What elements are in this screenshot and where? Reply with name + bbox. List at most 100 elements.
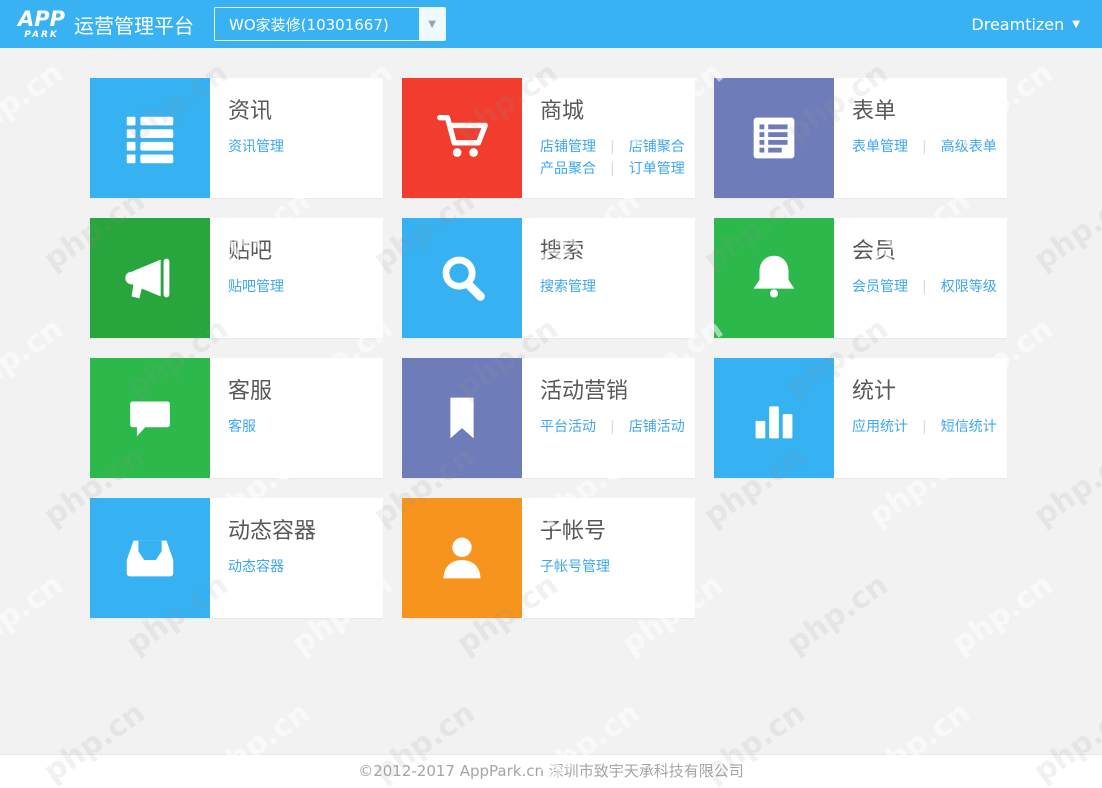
module-title: 表单 bbox=[852, 93, 997, 125]
footer-copyright: ©2012-2017 AppPark.cn 深圳市致宇天承科技有限公司 bbox=[358, 762, 744, 780]
module-tile[interactable] bbox=[714, 78, 834, 198]
form-icon bbox=[743, 107, 805, 169]
megaphone-icon bbox=[119, 247, 181, 309]
module-links: 应用统计 | 短信统计 bbox=[852, 416, 997, 438]
module-title: 商城 bbox=[540, 93, 685, 125]
chevron-down-icon: ▼ bbox=[1072, 19, 1080, 30]
module-card-body: 动态容器 动态容器 bbox=[210, 498, 322, 618]
app-selector-value: WO家装修(10301667) bbox=[215, 14, 419, 35]
module-tile[interactable] bbox=[714, 218, 834, 338]
module-title: 会员 bbox=[852, 233, 997, 265]
module-link[interactable]: 资讯管理 bbox=[228, 139, 284, 155]
module-link[interactable]: 权限等级 bbox=[941, 279, 997, 295]
module-link[interactable]: 店铺聚合 bbox=[629, 139, 685, 155]
module-link[interactable]: 贴吧管理 bbox=[228, 279, 284, 295]
module-card: 表单 表单管理 | 高级表单 bbox=[714, 78, 1007, 198]
module-link-row: 贴吧管理 bbox=[228, 276, 284, 298]
app-selector-dropdown[interactable]: WO家装修(10301667) ▼ bbox=[214, 7, 446, 41]
module-links: 会员管理|权限等级 bbox=[852, 276, 997, 298]
search-icon bbox=[431, 247, 493, 309]
module-tile[interactable] bbox=[714, 358, 834, 478]
module-tile[interactable] bbox=[402, 78, 522, 198]
link-separator: | bbox=[610, 419, 615, 435]
module-link-row: 子帐号管理 bbox=[540, 556, 610, 578]
module-card: 客服 客服 bbox=[90, 358, 383, 478]
user-menu-label: Dreamtizen bbox=[971, 15, 1064, 34]
module-link[interactable]: 客服 bbox=[228, 419, 256, 435]
module-tile[interactable] bbox=[90, 358, 210, 478]
module-links: 动态容器 bbox=[228, 556, 316, 578]
module-link-row: 会员管理|权限等级 bbox=[852, 276, 997, 298]
module-tile[interactable] bbox=[402, 358, 522, 478]
bookmark-icon bbox=[431, 387, 493, 449]
module-links: 资讯管理 bbox=[228, 136, 284, 158]
module-link[interactable]: 表单管理 bbox=[852, 139, 908, 155]
platform-title: 运营管理平台 bbox=[74, 10, 194, 39]
module-link[interactable]: 会员管理 bbox=[852, 279, 908, 295]
module-card: 动态容器 动态容器 bbox=[90, 498, 383, 618]
module-tile[interactable] bbox=[90, 218, 210, 338]
module-tile[interactable] bbox=[90, 78, 210, 198]
module-links: 子帐号管理 bbox=[540, 556, 610, 578]
link-separator: | bbox=[922, 139, 927, 155]
module-card-body: 搜索 搜索管理 bbox=[522, 218, 602, 338]
module-card: 搜索 搜索管理 bbox=[402, 218, 695, 338]
module-link-row: 搜索管理 bbox=[540, 276, 596, 298]
link-separator: | bbox=[610, 139, 615, 155]
chat-icon bbox=[119, 387, 181, 449]
module-link[interactable]: 短信统计 bbox=[941, 419, 997, 435]
module-link-row: 店铺管理 | 店铺聚合 bbox=[540, 136, 685, 158]
module-title: 客服 bbox=[228, 373, 272, 405]
module-link-row: 平台活动 | 店铺活动 bbox=[540, 416, 685, 438]
module-card: 子帐号 子帐号管理 bbox=[402, 498, 695, 618]
module-tile[interactable] bbox=[402, 218, 522, 338]
module-cards-grid: 资讯 资讯管理 商城 店铺管理 | 店铺聚合产品聚合 | 订单管理 表单 表单管理 | 高级… bbox=[90, 78, 1008, 618]
module-link[interactable]: 搜索管理 bbox=[540, 279, 596, 295]
cart-icon bbox=[431, 107, 493, 169]
module-card-body: 表单 表单管理 | 高级表单 bbox=[834, 78, 1003, 198]
module-card-body: 商城 店铺管理 | 店铺聚合产品聚合 | 订单管理 bbox=[522, 78, 691, 198]
module-card-body: 活动营销 平台活动 | 店铺活动 bbox=[522, 358, 691, 478]
module-link[interactable]: 店铺管理 bbox=[540, 139, 596, 155]
module-card-body: 统计 应用统计 | 短信统计 bbox=[834, 358, 1003, 478]
module-link[interactable]: 订单管理 bbox=[629, 161, 685, 177]
module-title: 贴吧 bbox=[228, 233, 284, 265]
module-card: 统计 应用统计 | 短信统计 bbox=[714, 358, 1007, 478]
module-links: 客服 bbox=[228, 416, 272, 438]
module-link[interactable]: 店铺活动 bbox=[629, 419, 685, 435]
main-content: 资讯 资讯管理 商城 店铺管理 | 店铺聚合产品聚合 | 订单管理 表单 表单管理 | 高级… bbox=[0, 48, 1102, 754]
module-link[interactable]: 动态容器 bbox=[228, 559, 284, 575]
link-separator: | bbox=[610, 161, 615, 177]
module-tile[interactable] bbox=[402, 498, 522, 618]
module-link[interactable]: 平台活动 bbox=[540, 419, 596, 435]
link-separator: | bbox=[922, 419, 927, 435]
module-link[interactable]: 产品聚合 bbox=[540, 161, 596, 177]
module-title: 统计 bbox=[852, 373, 997, 405]
module-link[interactable]: 高级表单 bbox=[941, 139, 997, 155]
app-header: APP PARK 运营管理平台 WO家装修(10301667) ▼ Dreamt… bbox=[0, 0, 1102, 48]
module-link-row: 表单管理 | 高级表单 bbox=[852, 136, 997, 158]
module-card: 资讯 资讯管理 bbox=[90, 78, 383, 198]
module-tile[interactable] bbox=[90, 498, 210, 618]
module-title: 资讯 bbox=[228, 93, 284, 125]
module-card-body: 会员 会员管理|权限等级 bbox=[834, 218, 1003, 338]
module-links: 店铺管理 | 店铺聚合产品聚合 | 订单管理 bbox=[540, 136, 685, 180]
module-card-body: 资讯 资讯管理 bbox=[210, 78, 290, 198]
module-title: 子帐号 bbox=[540, 513, 610, 545]
module-card-body: 子帐号 子帐号管理 bbox=[522, 498, 616, 618]
module-card: 贴吧 贴吧管理 bbox=[90, 218, 383, 338]
chevron-down-icon: ▼ bbox=[428, 19, 436, 30]
module-card-body: 客服 客服 bbox=[210, 358, 278, 478]
module-title: 活动营销 bbox=[540, 373, 685, 405]
module-link[interactable]: 子帐号管理 bbox=[540, 559, 610, 575]
apppark-logo[interactable]: APP PARK 运营管理平台 bbox=[18, 9, 194, 40]
module-link-row: 应用统计 | 短信统计 bbox=[852, 416, 997, 438]
module-title: 动态容器 bbox=[228, 513, 316, 545]
module-card: 会员 会员管理|权限等级 bbox=[714, 218, 1007, 338]
user-menu[interactable]: Dreamtizen ▼ bbox=[971, 15, 1080, 34]
footer: ©2012-2017 AppPark.cn 深圳市致宇天承科技有限公司 bbox=[0, 754, 1102, 788]
module-title: 搜索 bbox=[540, 233, 596, 265]
bar-chart-icon bbox=[743, 387, 805, 449]
apppark-logo-icon: APP PARK bbox=[18, 9, 65, 40]
module-link[interactable]: 应用统计 bbox=[852, 419, 908, 435]
